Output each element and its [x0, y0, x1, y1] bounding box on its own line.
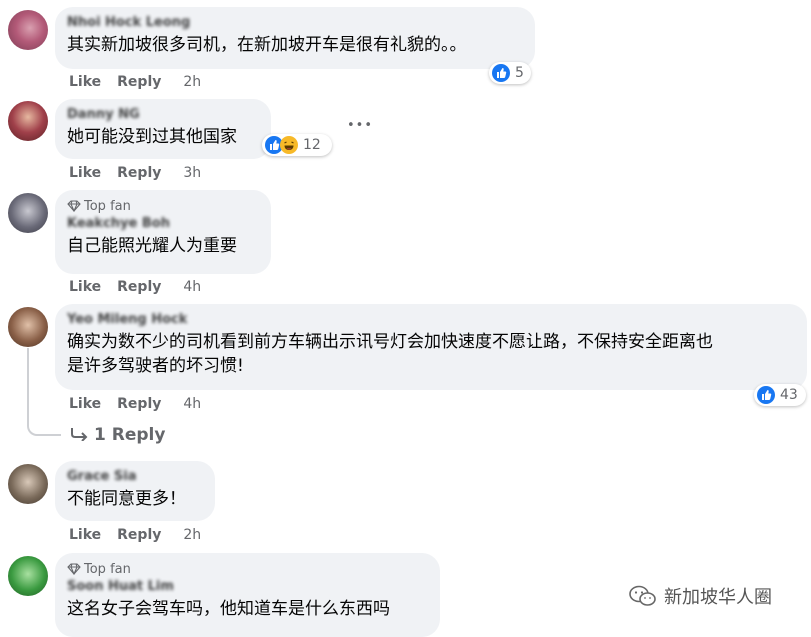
commenter-name[interactable]: Soon Huat Lim	[67, 579, 428, 595]
comment-text: 这名女子会驾车吗，他知道车是什么东西吗	[67, 599, 390, 619]
more-options-icon[interactable]: •••	[347, 118, 373, 133]
top-fan-badge: Top fan	[67, 561, 428, 579]
reply-button[interactable]: Reply	[117, 279, 161, 295]
top-fan-badge: Top fan	[67, 198, 259, 216]
replies-count-label[interactable]: 1 Reply	[94, 425, 165, 445]
timestamp[interactable]: 2h	[183, 74, 201, 90]
timestamp[interactable]: 4h	[183, 396, 201, 412]
timestamp[interactable]: 3h	[183, 165, 201, 181]
thread-connector	[27, 348, 61, 436]
comment-bubble: Top fan Keakchye Boh 自己能照光耀人为重要	[55, 190, 271, 274]
reaction-count: 12	[303, 137, 321, 153]
comment-actions: Like Reply 2h	[69, 74, 217, 90]
reaction-count: 43	[780, 387, 798, 403]
comment-text-line-2: 是许多驾驶者的坏习惯!	[67, 356, 244, 376]
comment-actions: Like Reply 4h	[69, 396, 217, 412]
like-reaction-icon	[757, 386, 775, 404]
comment-bubble: Grace Sia 不能同意更多！	[55, 461, 215, 521]
like-button[interactable]: Like	[69, 527, 101, 543]
reaction-summary[interactable]: 43	[754, 384, 806, 406]
like-button[interactable]: Like	[69, 165, 101, 181]
top-fan-label: Top fan	[84, 199, 131, 214]
watermark: 新加坡华人圈	[628, 583, 772, 609]
comment-actions: Like Reply 4h	[69, 279, 217, 295]
avatar[interactable]	[8, 307, 48, 347]
commenter-name[interactable]: Keakchye Boh	[67, 216, 259, 232]
comment-actions: Like Reply 2h	[69, 527, 217, 543]
diamond-icon	[67, 200, 81, 213]
reply-button[interactable]: Reply	[117, 527, 161, 543]
reply-button[interactable]: Reply	[117, 74, 161, 90]
commenter-name[interactable]: Danny NG	[67, 107, 259, 123]
avatar[interactable]	[8, 101, 48, 141]
avatar[interactable]	[8, 464, 48, 504]
watermark-text: 新加坡华人圈	[664, 587, 772, 608]
commenter-name[interactable]: Grace Sia	[67, 469, 203, 485]
reply-button[interactable]: Reply	[117, 165, 161, 181]
comment-text: 自己能照光耀人为重要	[67, 236, 237, 256]
commenter-name[interactable]: Nhoi Hock Leong	[67, 15, 523, 31]
timestamp[interactable]: 4h	[183, 279, 201, 295]
comment-text: 不能同意更多！	[67, 489, 186, 509]
comment-actions: Like Reply 3h	[69, 165, 217, 181]
like-button[interactable]: Like	[69, 396, 101, 412]
wechat-logo-icon	[629, 585, 656, 606]
avatar[interactable]	[8, 10, 48, 50]
comment-bubble: Danny NG 她可能没到过其他国家	[55, 99, 271, 159]
reply-arrow-icon	[71, 428, 88, 442]
view-replies-link[interactable]: 1 Reply	[70, 425, 165, 445]
comment-bubble: Top fan Soon Huat Lim 这名女子会驾车吗，他知道车是什么东西…	[55, 553, 440, 637]
timestamp[interactable]: 2h	[183, 527, 201, 543]
reaction-summary[interactable]: 5	[489, 62, 531, 84]
reaction-count: 5	[515, 65, 524, 81]
avatar[interactable]	[8, 556, 48, 596]
reply-button[interactable]: Reply	[117, 396, 161, 412]
reaction-summary[interactable]: 12	[262, 134, 332, 156]
comment-bubble: Nhoi Hock Leong 其实新加坡很多司机，在新加坡开车是很有礼貌的。。	[55, 7, 535, 69]
commenter-name[interactable]: Yeo Mileng Hock	[67, 312, 795, 328]
comment-text: 其实新加坡很多司机，在新加坡开车是很有礼貌的。。	[67, 35, 467, 55]
haha-reaction-icon	[280, 136, 298, 154]
comment-text-line-1: 确实为数不少的司机看到前方车辆出示讯号灯会加快速度不愿让路，不保持安全距离也	[67, 332, 713, 352]
like-reaction-icon	[492, 64, 510, 82]
like-button[interactable]: Like	[69, 74, 101, 90]
like-button[interactable]: Like	[69, 279, 101, 295]
diamond-icon	[67, 563, 81, 576]
avatar[interactable]	[8, 193, 48, 233]
comment-text: 她可能没到过其他国家	[67, 127, 237, 147]
top-fan-label: Top fan	[84, 562, 131, 577]
comment-bubble: Yeo Mileng Hock 确实为数不少的司机看到前方车辆出示讯号灯会加快速…	[55, 304, 807, 390]
